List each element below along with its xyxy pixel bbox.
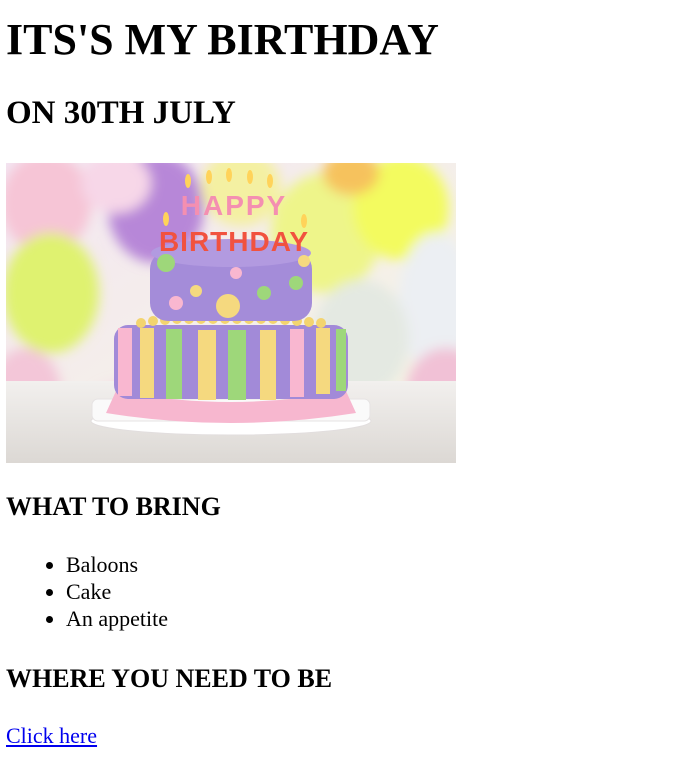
page: ITS'S MY BIRTHDAY ON 30TH JULY HAPPY BIR… xyxy=(0,0,677,749)
bring-list: Baloons Cake An appetite xyxy=(6,551,671,632)
what-to-bring-heading: WHAT TO BRING xyxy=(6,492,221,521)
svg-text:BIRTHDAY: BIRTHDAY xyxy=(159,226,309,257)
list-item: Baloons xyxy=(66,551,671,578)
svg-text:HAPPY: HAPPY xyxy=(181,190,287,221)
location-link[interactable]: Click here xyxy=(6,722,97,749)
birthday-cake-image: HAPPY BIRTHDAY xyxy=(6,163,456,463)
where-heading: WHERE YOU NEED TO BE xyxy=(6,664,333,693)
page-title: ITS'S MY BIRTHDAY xyxy=(6,15,439,64)
list-item: Cake xyxy=(66,578,671,605)
page-subtitle: ON 30TH JULY xyxy=(6,95,236,131)
list-item: An appetite xyxy=(66,605,671,632)
